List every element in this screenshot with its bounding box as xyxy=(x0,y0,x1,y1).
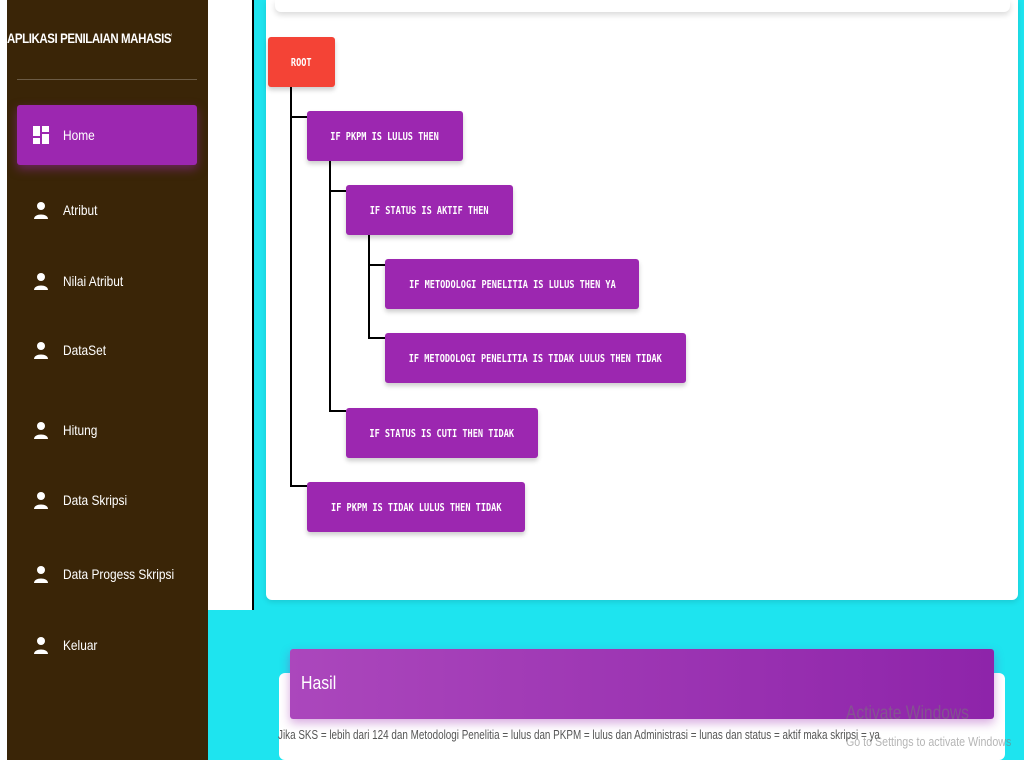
result-text: Jika SKS = lebih dari 124 dan Metodologi… xyxy=(278,727,880,742)
tree-node[interactable]: IF STATUS IS CUTI THEN TIDAK xyxy=(346,408,538,458)
tree-connector xyxy=(290,485,307,487)
sidebar-item-label: Nilai Atribut xyxy=(63,273,124,289)
tree-node[interactable]: IF STATUS IS AKTIF THEN xyxy=(346,185,513,235)
sidebar-item-label: Data Skripsi xyxy=(63,492,128,508)
result-title: Hasil xyxy=(301,673,337,693)
sidebar-item-keluar[interactable]: Keluar xyxy=(17,615,197,675)
person-icon xyxy=(33,491,49,509)
sidebar-item-label: Home xyxy=(63,127,95,143)
tree-node[interactable]: IF PKPM IS LULUS THEN xyxy=(307,111,463,161)
tree-connector xyxy=(290,86,292,487)
sidebar-item-label: Hitung xyxy=(63,422,98,438)
sidebar-item-label: Atribut xyxy=(63,202,98,218)
sidebar-item-data-progess-skripsi[interactable]: Data Progess Skripsi xyxy=(17,544,197,604)
gutter-divider xyxy=(252,0,254,610)
activation-watermark-title: Activate Windows xyxy=(846,703,969,724)
person-icon xyxy=(33,421,49,439)
person-icon xyxy=(33,341,49,359)
person-icon xyxy=(33,272,49,290)
sidebar-item-home[interactable]: Home xyxy=(17,105,197,165)
tree-node[interactable]: IF PKPM IS TIDAK LULUS THEN TIDAK xyxy=(307,482,525,532)
sidebar-item-dataset[interactable]: DataSet xyxy=(17,320,197,380)
activation-watermark-subtitle: Go to Settings to activate Windows xyxy=(846,734,1012,749)
sidebar-item-label: Keluar xyxy=(63,637,98,653)
sidebar-item-label: Data Progess Skripsi xyxy=(63,566,175,582)
content-gutter xyxy=(208,0,253,610)
tree-connector xyxy=(368,235,370,339)
tree-node[interactable]: IF METODOLOGI PENELITIA IS TIDAK LULUS T… xyxy=(385,333,686,383)
tree-node[interactable]: IF METODOLOGI PENELITIA IS LULUS THEN YA xyxy=(385,259,639,309)
tree-connector xyxy=(368,337,385,339)
left-edge-strip xyxy=(0,0,7,760)
person-icon xyxy=(33,636,49,654)
tree-connector xyxy=(290,116,307,118)
tree-connector xyxy=(329,160,331,412)
dashboard-icon xyxy=(33,126,49,144)
person-icon xyxy=(33,201,49,219)
tree-connector xyxy=(329,190,346,192)
card-top-bar xyxy=(275,0,1010,12)
app-title: APLIKASI PENILAIAN MAHASISWA S xyxy=(7,30,172,46)
person-icon xyxy=(33,565,49,583)
tree-connector xyxy=(329,410,346,412)
sidebar-item-hitung[interactable]: Hitung xyxy=(17,400,197,460)
tree-connector xyxy=(368,264,385,266)
sidebar-item-data-skripsi[interactable]: Data Skripsi xyxy=(17,470,197,530)
tree-root-node[interactable]: ROOT xyxy=(268,37,335,87)
sidebar-item-atribut[interactable]: Atribut xyxy=(17,180,197,240)
sidebar-item-nilai-atribut[interactable]: Nilai Atribut xyxy=(17,251,197,311)
sidebar-item-label: DataSet xyxy=(63,342,107,358)
sidebar-divider xyxy=(17,79,197,80)
